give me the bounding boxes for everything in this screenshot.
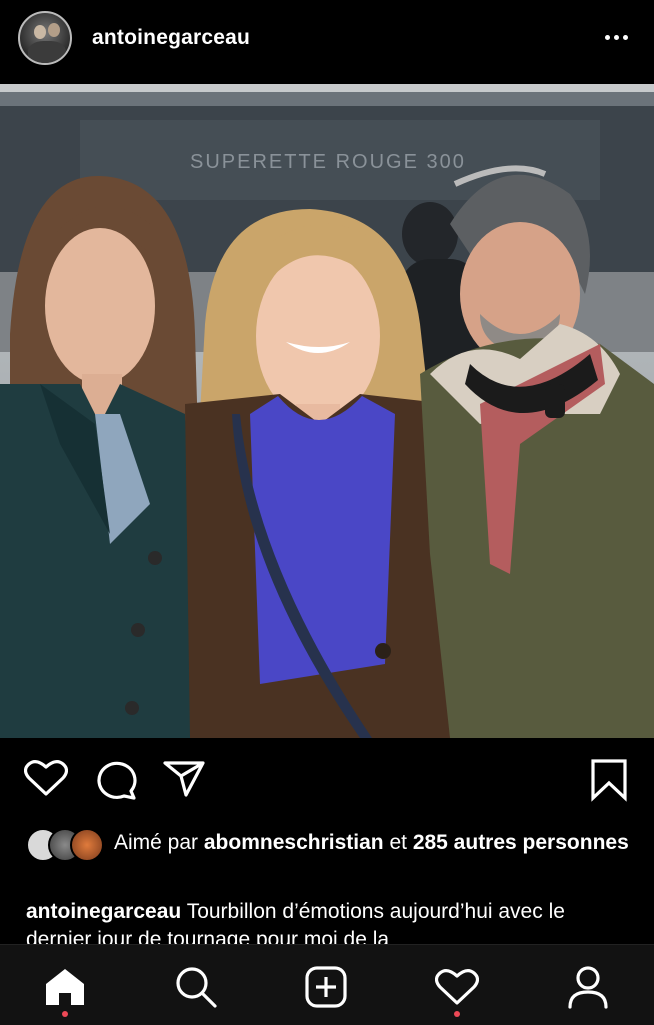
share-icon[interactable] [162,758,206,803]
likes-row: Aimé par abomneschristian et 285 autres … [0,818,654,888]
likes-prefix: Aimé par [114,831,199,854]
post-header: antoinegarceau [0,0,654,80]
avatar[interactable] [18,11,72,65]
profile-icon[interactable] [558,957,618,1017]
post-photo[interactable]: SUPERETTE ROUGE 300 [0,84,654,738]
heart-icon[interactable] [23,758,69,803]
action-bar [0,744,654,814]
caption-username[interactable]: antoinegarceau [26,900,181,923]
activity-heart-icon[interactable] [427,957,487,1017]
bottom-nav [0,944,654,1025]
likes-connector: et [389,831,407,854]
activity-notification-dot [454,1011,460,1017]
bookmark-icon[interactable] [590,758,628,807]
post-username[interactable]: antoinegarceau [92,26,250,50]
likes-count[interactable]: 285 autres personnes [413,831,629,854]
liker-avatar [70,828,104,862]
likes-user[interactable]: abomneschristian [204,831,384,854]
home-icon[interactable] [35,957,95,1017]
background-sign-text: SUPERETTE ROUGE 300 [190,151,466,173]
search-icon[interactable] [166,957,226,1017]
home-notification-dot [62,1011,68,1017]
more-options-icon[interactable] [596,22,636,52]
post-caption: antoinegarceau Tourbillon d’émotions auj… [26,898,636,944]
post-photo-illustration: SUPERETTE ROUGE 300 [0,84,654,738]
likes-summary[interactable]: Aimé par abomneschristian et 285 autres … [114,828,634,857]
comment-icon[interactable] [94,758,138,805]
new-post-icon[interactable] [296,957,356,1017]
